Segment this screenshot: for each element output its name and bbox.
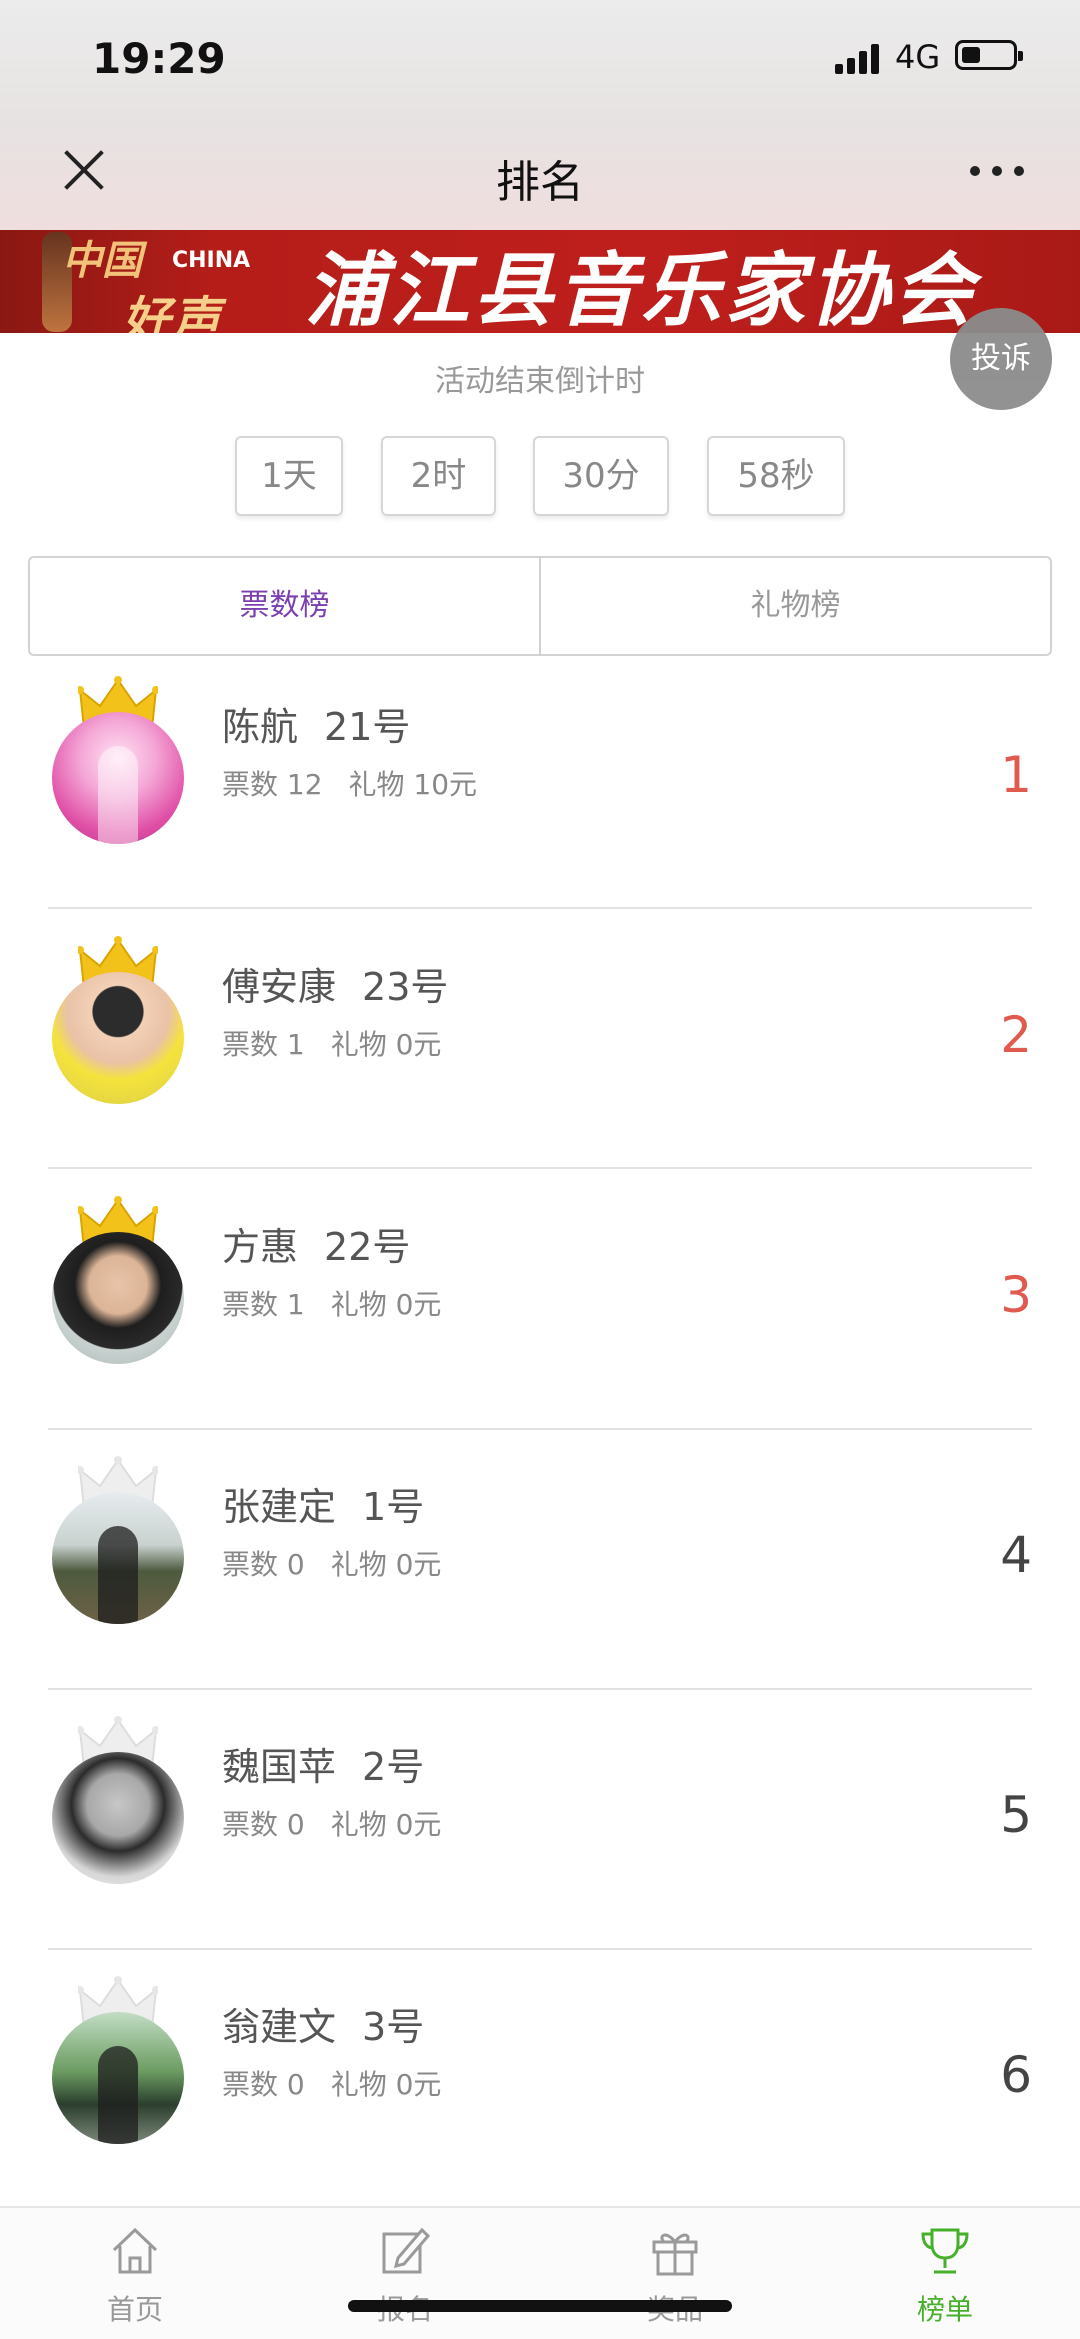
entry-name: 陈航 21号 — [222, 705, 411, 749]
rank-number: 3 — [1000, 1266, 1032, 1324]
banner-title: 浦江县音乐家协会 — [305, 244, 977, 333]
list-item[interactable]: 陈航 21号 票数 12 礼物 10元 1 — [0, 656, 1080, 916]
rank-number: 1 — [1000, 746, 1032, 804]
entry-stats: 票数 1 礼物 0元 — [222, 1288, 442, 1321]
divider — [48, 1428, 1032, 1430]
list-item[interactable]: 翁建文 3号 票数 0 礼物 0元 6 — [0, 1956, 1080, 2216]
logo-text-tag: CHINA — [172, 248, 251, 273]
entry-name: 方惠 22号 — [222, 1225, 411, 1269]
list-item[interactable]: 张建定 1号 票数 0 礼物 0元 4 — [0, 1436, 1080, 1696]
countdown-seconds: 58秒 — [707, 436, 845, 516]
network-type: 4G — [895, 38, 941, 76]
bottom-nav-label: 首页 — [106, 2293, 163, 2326]
rank-number: 5 — [1000, 1786, 1032, 1844]
top-bar: 19:29 4G 排名 — [0, 0, 1080, 230]
avatar — [52, 2012, 184, 2144]
avatar — [52, 1492, 184, 1624]
bottom-nav: 首页 报名 奖品 榜单 — [0, 2206, 1080, 2339]
rank-number: 2 — [1000, 1006, 1032, 1064]
list-item[interactable]: 魏国苹 2号 票数 0 礼物 0元 5 — [0, 1696, 1080, 1956]
trophy-icon — [921, 2228, 969, 2274]
home-icon — [112, 2227, 158, 2274]
entry-name: 魏国苹 2号 — [222, 1745, 425, 1789]
countdown-minutes: 30分 — [533, 436, 669, 516]
bottom-nav-ranking[interactable]: 榜单 — [810, 2208, 1080, 2339]
entry-stats: 票数 1 礼物 0元 — [222, 1028, 442, 1061]
entry-stats: 票数 0 礼物 0元 — [222, 2068, 442, 2101]
battery-icon — [955, 40, 1023, 70]
avatar — [52, 712, 184, 844]
avatar — [52, 1232, 184, 1364]
divider — [48, 1688, 1032, 1690]
bottom-nav-label: 榜单 — [916, 2293, 973, 2326]
list-item[interactable]: 傅安康 23号 票数 1 礼物 0元 2 — [0, 916, 1080, 1176]
banner-logo: 中国 CHINA 好声音 — [42, 232, 252, 333]
signal-icon — [835, 44, 881, 74]
avatar — [52, 972, 184, 1104]
more-options-button[interactable] — [970, 166, 1024, 178]
avatar — [52, 1752, 184, 1884]
logo-text-line1: 中国 — [62, 238, 142, 284]
countdown-days: 1天 — [235, 436, 343, 516]
home-indicator[interactable] — [348, 2300, 732, 2312]
entry-stats: 票数 0 礼物 0元 — [222, 1808, 442, 1841]
rank-number: 4 — [1000, 1526, 1032, 1584]
divider — [48, 907, 1032, 909]
gift-icon — [652, 2233, 698, 2276]
tab-votes[interactable]: 票数榜 — [30, 558, 539, 654]
ranking-tabs: 票数榜 礼物榜 — [28, 556, 1052, 656]
bottom-nav-home[interactable]: 首页 — [0, 2208, 270, 2339]
divider — [48, 1948, 1032, 1950]
list-item[interactable]: 方惠 22号 票数 1 礼物 0元 3 — [0, 1176, 1080, 1436]
countdown-label: 活动结束倒计时 — [435, 364, 645, 399]
divider — [48, 1167, 1032, 1169]
status-time: 19:29 — [92, 34, 226, 83]
entry-stats: 票数 12 礼物 10元 — [222, 768, 478, 801]
tab-gifts[interactable]: 礼物榜 — [539, 558, 1050, 654]
entry-name: 傅安康 23号 — [222, 965, 449, 1009]
countdown-hours: 2时 — [381, 436, 496, 516]
rank-number: 6 — [1000, 2046, 1032, 2104]
entry-name: 翁建文 3号 — [222, 2005, 425, 2049]
entry-stats: 票数 0 礼物 0元 — [222, 1548, 442, 1581]
bottom-nav-prizes[interactable]: 奖品 — [540, 2208, 810, 2339]
entry-name: 张建定 1号 — [222, 1485, 425, 1529]
edit-icon — [382, 2227, 431, 2274]
page-title: 排名 — [496, 157, 584, 208]
banner: 中国 CHINA 好声音 浦江县音乐家协会 — [0, 230, 1080, 333]
logo-text-line2: 好声音 — [122, 292, 223, 333]
bottom-nav-signup[interactable]: 报名 — [270, 2208, 540, 2339]
